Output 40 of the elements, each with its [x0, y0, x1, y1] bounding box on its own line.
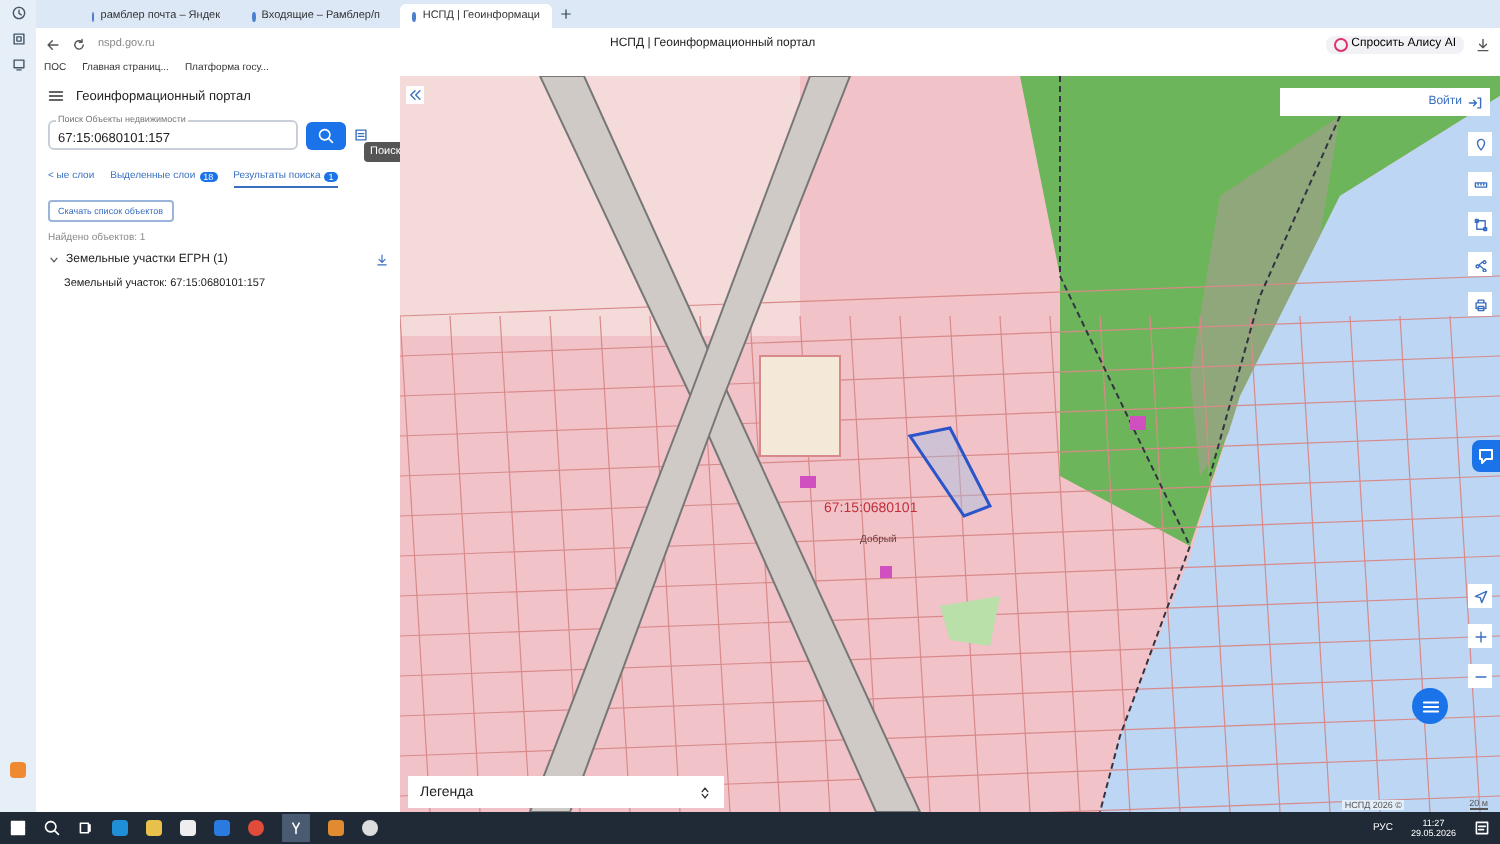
menu-icon: [1421, 697, 1439, 715]
download-icon[interactable]: [376, 254, 388, 266]
pin-icon: [1473, 137, 1487, 151]
plus-icon: [1473, 629, 1487, 643]
updown-icon: [698, 785, 712, 799]
clock-icon[interactable]: [11, 6, 25, 20]
y-letter-icon: [288, 820, 304, 836]
area-icon: [1473, 217, 1487, 231]
zoom-out-button[interactable]: [1468, 664, 1492, 688]
share-button[interactable]: [1468, 252, 1492, 276]
tabs-icon[interactable]: [11, 32, 25, 46]
share-icon: [1473, 257, 1487, 271]
location-button[interactable]: [1468, 132, 1492, 156]
notification-icon[interactable]: [1474, 820, 1490, 836]
area-button[interactable]: [1468, 212, 1492, 236]
navigation-arrow-icon: [1473, 589, 1487, 603]
print-icon: [1473, 297, 1487, 311]
collapse-button[interactable]: [406, 86, 424, 104]
search-icon: [318, 127, 334, 143]
download-icon[interactable]: [1476, 37, 1490, 51]
caret-icon[interactable]: [48, 254, 60, 266]
navigate-button[interactable]: [1468, 584, 1492, 608]
ruler-button[interactable]: [1468, 172, 1492, 196]
task-view-icon[interactable]: [78, 820, 94, 836]
search-icon[interactable]: [44, 820, 60, 836]
new-tab-icon[interactable]: [560, 8, 572, 20]
chat-icon: [1476, 446, 1496, 466]
double-chevron-icon: [408, 88, 422, 102]
taskbar-app-button[interactable]: [282, 814, 310, 842]
zoom-in-button[interactable]: [1468, 624, 1492, 648]
print-button[interactable]: [1468, 292, 1492, 316]
screen-icon[interactable]: [11, 58, 25, 72]
reload-icon[interactable]: [72, 37, 86, 51]
back-icon[interactable]: [46, 37, 60, 51]
ruler-icon: [1473, 177, 1487, 191]
search-button[interactable]: [306, 121, 346, 149]
login-icon: [1468, 95, 1482, 109]
chat-button[interactable]: [1472, 440, 1500, 472]
filter-icon[interactable]: [354, 128, 368, 142]
menu-icon[interactable]: [48, 88, 64, 104]
